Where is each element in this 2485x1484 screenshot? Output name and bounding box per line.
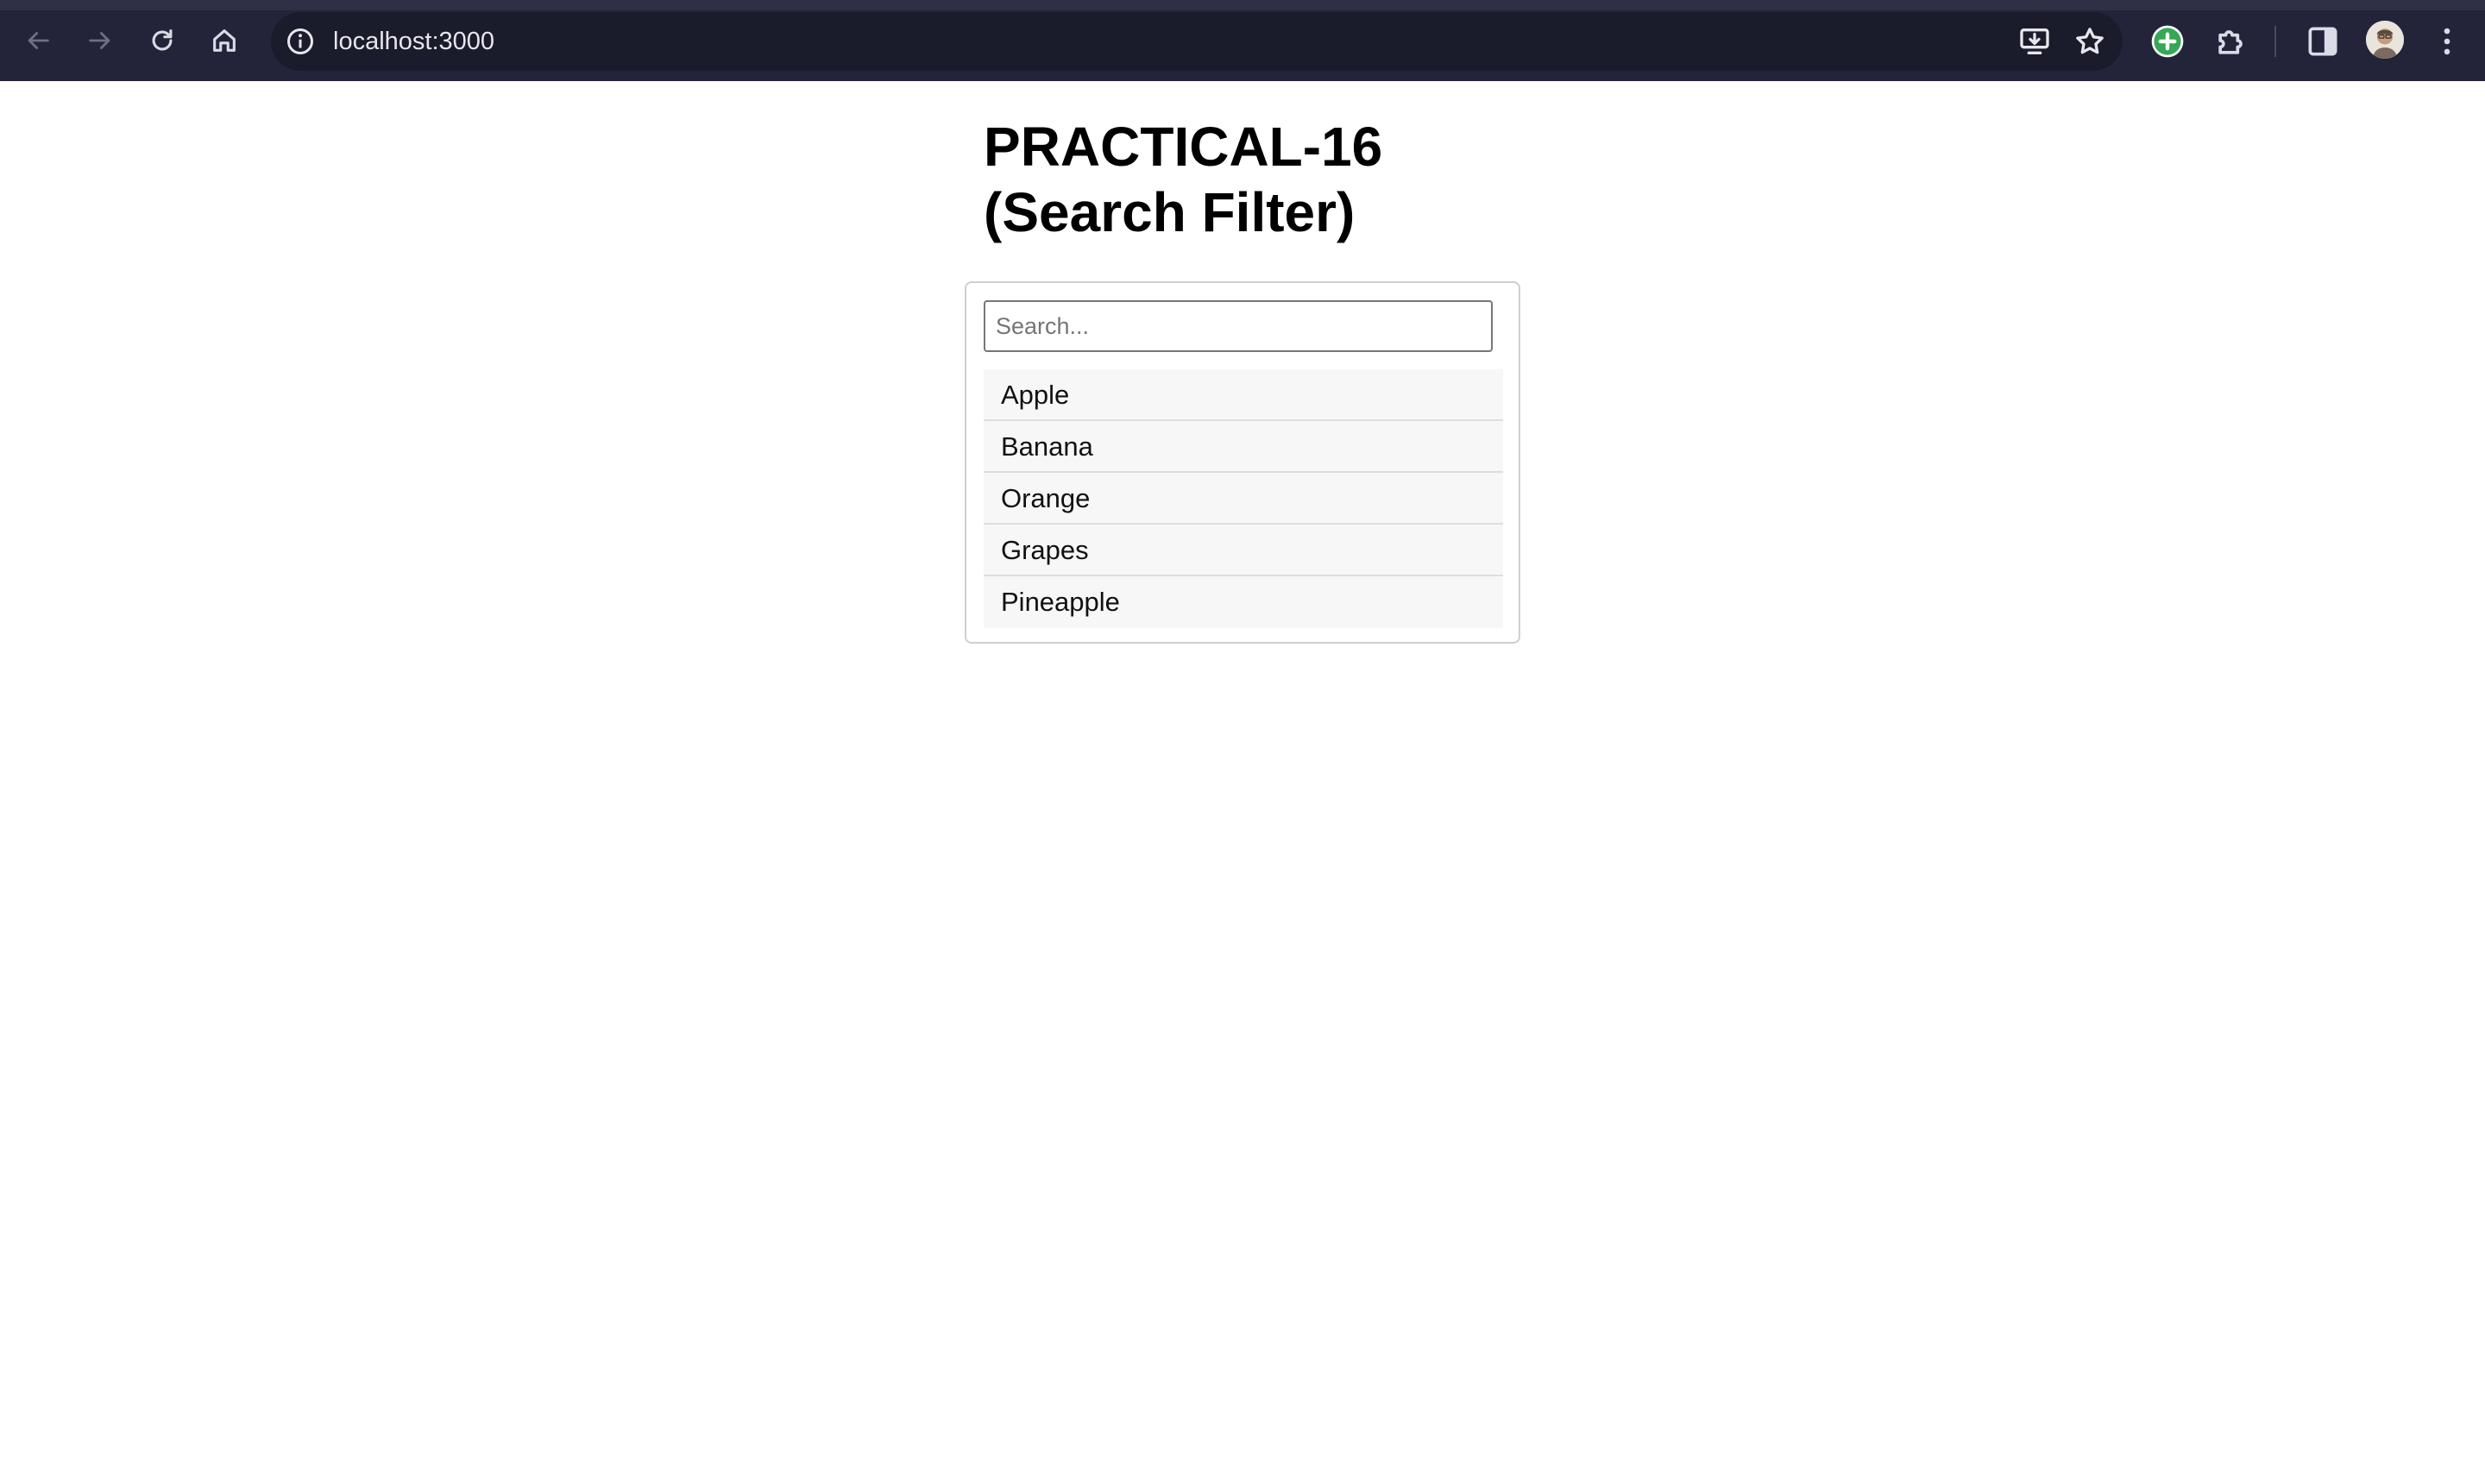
forward-arrow-icon	[89, 32, 110, 49]
back-arrow-icon	[28, 32, 49, 49]
extensions-puzzle-icon[interactable]	[2212, 22, 2250, 60]
avatar[interactable]	[2366, 21, 2404, 59]
reload-icon	[152, 29, 173, 51]
list-item: Pineapple	[984, 576, 1503, 628]
profile-avatar-icon	[2366, 21, 2404, 59]
list-item: Apple	[984, 369, 1503, 421]
page-title: PRACTICAL-16 (Search Filter)	[984, 114, 1432, 245]
reload-button[interactable]	[136, 15, 188, 66]
site-info-icon[interactable]	[285, 26, 316, 57]
extension-add-icon[interactable]	[2148, 22, 2186, 60]
side-panel-icon[interactable]	[2304, 22, 2342, 60]
page-title-line2: (Search Filter)	[984, 181, 1356, 243]
bookmark-star-icon[interactable]	[2073, 24, 2107, 59]
install-app-icon[interactable]	[2017, 24, 2052, 59]
browser-toolbar: localhost:3000	[0, 0, 2485, 81]
list-item: Orange	[984, 473, 1503, 525]
list-item: Grapes	[984, 525, 1503, 576]
more-menu-icon[interactable]	[2428, 22, 2466, 60]
page-title-line1: PRACTICAL-16	[984, 116, 1383, 178]
url-text[interactable]: localhost:3000	[333, 24, 494, 59]
list-item: Banana	[984, 421, 1503, 473]
search-filter-card: Apple Banana Orange Grapes Pineapple	[965, 281, 1520, 644]
toolbar-divider	[2274, 26, 2276, 57]
search-input[interactable]	[984, 300, 1493, 352]
home-button[interactable]	[198, 15, 250, 66]
back-button[interactable]	[12, 15, 64, 66]
address-bar[interactable]: localhost:3000	[271, 12, 2123, 71]
fruit-list: Apple Banana Orange Grapes Pineapple	[984, 369, 1503, 628]
forward-button[interactable]	[74, 15, 126, 66]
home-icon	[213, 29, 236, 52]
